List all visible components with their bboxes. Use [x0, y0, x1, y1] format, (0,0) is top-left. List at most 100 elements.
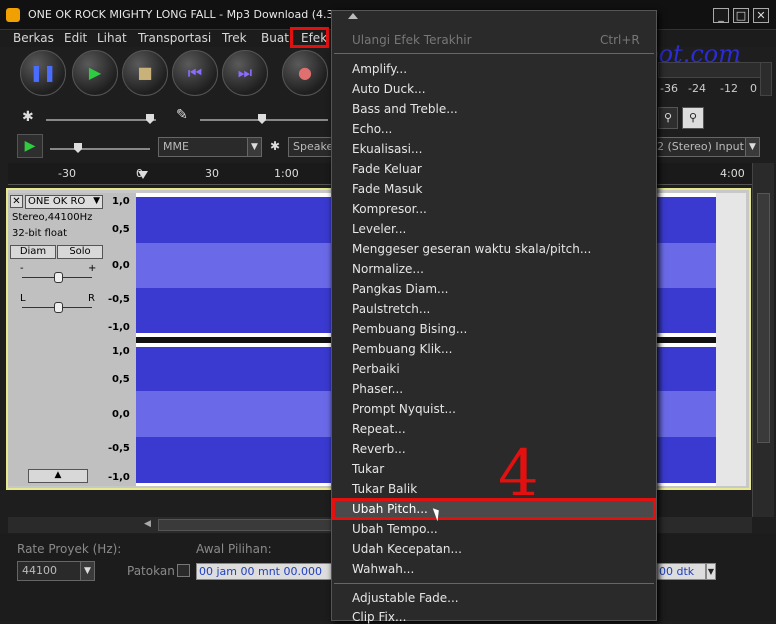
play-speed-slider[interactable]: [50, 148, 150, 150]
menu-item-auto-duck[interactable]: Auto Duck...: [352, 82, 426, 96]
menu-item-paulstretch[interactable]: Paulstretch...: [352, 302, 430, 316]
track-format: Stereo,44100Hz: [12, 212, 93, 223]
track-close-icon[interactable]: ✕: [10, 195, 23, 208]
menu-buat[interactable]: Buat: [261, 31, 289, 45]
gain-plus-label: +: [88, 263, 97, 274]
window-title: ONE OK ROCK MIGHTY LONG FALL - Mp3 Downl…: [28, 8, 362, 21]
horizontal-scroll-thumb[interactable]: [158, 519, 338, 531]
menu-item-ubah-tempo[interactable]: Ubah Tempo...: [352, 522, 438, 536]
host-select[interactable]: MME ▼: [158, 137, 262, 157]
minimize-button[interactable]: _: [713, 8, 729, 23]
project-rate-select[interactable]: 44100 ▼: [17, 561, 95, 581]
menu-item-leveler[interactable]: Leveler...: [352, 222, 406, 236]
menu-item-ekualisasi[interactable]: Ekualisasi...: [352, 142, 422, 156]
playback-volume-thumb[interactable]: [146, 114, 154, 124]
menu-item-normalize[interactable]: Normalize...: [352, 262, 424, 276]
ruler-tick: 4:00: [720, 167, 745, 180]
menu-item-prompt-nyquist[interactable]: Prompt Nyquist...: [352, 402, 456, 416]
menu-edit[interactable]: Edit: [64, 31, 87, 45]
selection-start-label: Awal Pilihan:: [196, 542, 272, 556]
stop-button[interactable]: ■: [122, 50, 168, 96]
stop-icon: ■: [137, 63, 153, 82]
playback-volume-slider[interactable]: [46, 119, 156, 121]
playhead-marker[interactable]: [138, 171, 148, 179]
menu-item-adjustable-fade[interactable]: Adjustable Fade...: [352, 591, 459, 605]
menu-item-pembuang-klik[interactable]: Pembuang Klik...: [352, 342, 452, 356]
selection-start-time[interactable]: 00 jam 00 mnt 00.000: [196, 563, 332, 580]
amplitude-scale: 1,0 0,5 0,0 -0,5 -1,0 1,0 0,5 0,0 -0,5 -…: [106, 193, 136, 486]
close-button[interactable]: ✕: [753, 8, 769, 23]
menu-item-wahwah[interactable]: Wahwah...: [352, 562, 414, 576]
record-button[interactable]: ●: [282, 50, 328, 96]
meter-label: 0: [750, 82, 757, 95]
skip-start-button[interactable]: ⏮: [172, 50, 218, 96]
menu-item-ubah-pitch[interactable]: Ubah Pitch...: [332, 498, 656, 522]
scale-label: -0,5: [108, 294, 130, 305]
output-device-select[interactable]: Speake: [288, 137, 332, 157]
menu-item-fade-masuk[interactable]: Fade Masuk: [352, 182, 422, 196]
meter-label: -36: [660, 82, 678, 95]
menu-item-repeat[interactable]: Repeat...: [352, 422, 406, 436]
menu-berkas[interactable]: Berkas: [13, 31, 54, 45]
scale-label: 0,0: [112, 260, 130, 271]
menu-separator: [334, 53, 654, 54]
record-meter[interactable]: [760, 62, 772, 96]
menu-item-perbaiki[interactable]: Perbaiki: [352, 362, 400, 376]
skip-end-button[interactable]: ⏭: [222, 50, 268, 96]
maximize-button[interactable]: □: [733, 8, 749, 23]
pause-icon: ❚❚: [29, 63, 57, 82]
vertical-scrollbar[interactable]: [752, 163, 774, 517]
menu-item-tukar-balik[interactable]: Tukar Balik: [352, 482, 417, 496]
microphone-icon: ✎: [176, 107, 188, 123]
ruler-tick: -30: [58, 167, 76, 180]
menu-item-bass-treble[interactable]: Bass and Treble...: [352, 102, 458, 116]
zoom-tool-icon[interactable]: ⚲: [658, 107, 678, 129]
play-speed-thumb[interactable]: [74, 143, 82, 153]
meter-label: -24: [688, 82, 706, 95]
menu-trek[interactable]: Trek: [222, 31, 247, 45]
menu-item-repeat-last: Ulangi Efek Terakhir: [352, 33, 472, 47]
menu-item-pangkas-diam[interactable]: Pangkas Diam...: [352, 282, 449, 296]
chevron-down-icon: ▼: [93, 196, 100, 206]
menu-lihat[interactable]: Lihat: [97, 31, 127, 45]
menu-scroll-up-icon[interactable]: [348, 13, 358, 19]
menu-item-udah-kecepatan[interactable]: Udah Kecepatan...: [352, 542, 462, 556]
track-name-menu[interactable]: ONE OK RO ▼: [25, 195, 103, 209]
menu-item-time-pitch-shift[interactable]: Menggeser geseran waktu skala/pitch...: [352, 242, 591, 256]
menu-item-fade-keluar[interactable]: Fade Keluar: [352, 162, 422, 176]
menu-item-amplify[interactable]: Amplify...: [352, 62, 407, 76]
zoom-fit-icon[interactable]: ⚲: [682, 107, 704, 129]
pan-right-label: R: [88, 293, 95, 304]
play-button[interactable]: ▶: [72, 50, 118, 96]
menu-item-clip-fix[interactable]: Clip Fix...: [352, 610, 406, 624]
record-icon: ●: [298, 63, 312, 82]
time-format-chevron-down-icon[interactable]: ▼: [706, 563, 716, 580]
pan-slider-thumb[interactable]: [54, 302, 63, 313]
pause-button[interactable]: ❚❚: [20, 50, 66, 96]
menu-item-tukar[interactable]: Tukar: [352, 462, 384, 476]
menu-item-kompresor[interactable]: Kompresor...: [352, 202, 427, 216]
chevron-down-icon: ▼: [247, 138, 261, 156]
scale-label: 0,5: [112, 224, 130, 235]
vertical-scroll-thumb[interactable]: [757, 193, 770, 443]
menu-item-phaser[interactable]: Phaser...: [352, 382, 403, 396]
menu-transportasi[interactable]: Transportasi: [138, 31, 211, 45]
solo-button[interactable]: Solo: [57, 245, 103, 259]
input-device-value: 2 (Stereo) Input: [657, 140, 744, 153]
mouse-cursor-icon: [432, 506, 443, 522]
play-at-speed-button[interactable]: ▶: [17, 134, 43, 158]
scroll-left-icon[interactable]: ◀: [144, 519, 156, 531]
scale-label: -1,0: [108, 472, 130, 483]
selection-end-time[interactable]: 00 dtk: [656, 563, 706, 580]
snap-checkbox[interactable]: [177, 564, 190, 577]
effects-menu: Ulangi Efek Terakhir Ctrl+R Amplify... A…: [331, 10, 657, 624]
collapse-track-button[interactable]: ▲: [28, 469, 88, 483]
input-channels-select[interactable]: 2 (Stereo) Input ▼: [652, 137, 760, 157]
menu-item-echo[interactable]: Echo...: [352, 122, 392, 136]
pan-left-label: L: [20, 293, 26, 304]
menu-item-reverb[interactable]: Reverb...: [352, 442, 406, 456]
gain-slider-thumb[interactable]: [54, 272, 63, 283]
menu-item-pembuang-bising[interactable]: Pembuang Bising...: [352, 322, 467, 336]
mute-button[interactable]: Diam: [10, 245, 56, 259]
record-volume-thumb[interactable]: [258, 114, 266, 124]
